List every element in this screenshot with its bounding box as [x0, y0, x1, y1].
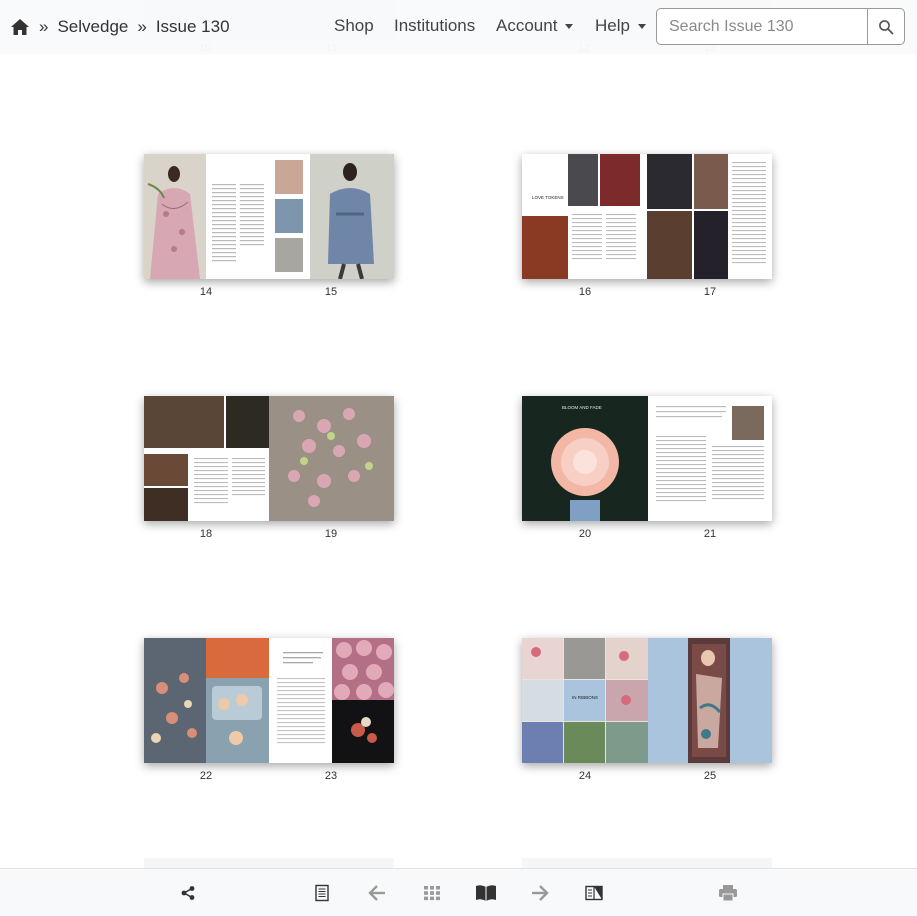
spread-14-15[interactable]	[144, 154, 394, 279]
arrow-left-icon[interactable]	[366, 882, 388, 904]
bottom-toolbar	[0, 868, 917, 916]
page-number: 16	[578, 286, 592, 298]
page-photo	[144, 488, 188, 521]
page-photo	[647, 211, 692, 279]
page-text	[728, 154, 772, 279]
search-form	[656, 8, 905, 45]
spread-20-21[interactable]: BLOOM AND FADE	[522, 396, 772, 521]
top-navbar: » Selvedge » Issue 130 Shop Institutions…	[0, 0, 917, 54]
nav-help-label: Help	[595, 16, 630, 35]
spread-title: LOVE TOKENS	[532, 195, 564, 200]
book-open-icon[interactable]	[475, 882, 497, 904]
page-photo-grid: IN RIBBONS	[522, 638, 648, 763]
page-text	[568, 208, 640, 279]
page-photo	[600, 154, 640, 206]
breadcrumb-separator: »	[39, 17, 49, 36]
page-number: 17	[703, 286, 717, 298]
page-number: 24	[578, 770, 592, 782]
page-text	[206, 154, 270, 279]
page-photo	[144, 454, 188, 486]
page-number: 23	[324, 770, 338, 782]
page-number: 18	[199, 528, 213, 540]
page-thumbnails	[270, 154, 310, 279]
nav-account-label: Account	[496, 16, 558, 35]
page-number: 20	[578, 528, 592, 540]
page-text	[190, 452, 269, 521]
share-icon[interactable]	[177, 882, 199, 904]
page-photo	[568, 154, 598, 206]
print-icon[interactable]	[717, 882, 739, 904]
page-number: 22	[199, 770, 213, 782]
ghost-next-row	[522, 858, 772, 868]
split-view-icon[interactable]	[583, 882, 605, 904]
nav-institutions[interactable]: Institutions	[394, 16, 475, 36]
page-number: 15	[324, 286, 338, 298]
page-photo	[647, 154, 692, 209]
page-photo	[694, 211, 728, 279]
nav-help-dropdown[interactable]: Help	[595, 16, 646, 36]
spread-title: BLOOM AND FADE	[562, 405, 602, 410]
caret-down-icon	[637, 24, 646, 30]
ghost-next-row	[144, 858, 394, 868]
page-photo	[226, 396, 269, 448]
page-photo	[206, 638, 269, 678]
page-photo	[332, 700, 394, 763]
page-photo	[332, 638, 394, 700]
spread-24-25[interactable]: IN RIBBONS	[522, 638, 772, 763]
single-page-icon[interactable]	[311, 882, 333, 904]
page-photo	[206, 678, 269, 763]
page-number: 25	[703, 770, 717, 782]
spread-16-17[interactable]: LOVE TOKENS	[522, 154, 772, 279]
breadcrumb-selvedge[interactable]: Selvedge	[57, 17, 128, 37]
page-photo	[144, 638, 206, 763]
page-photo	[688, 638, 730, 763]
page-text	[269, 638, 332, 763]
page-photo	[144, 154, 206, 279]
nav-shop[interactable]: Shop	[334, 16, 374, 36]
spread-18-19[interactable]	[144, 396, 394, 521]
page-photo: BLOOM AND FADE	[522, 396, 648, 521]
breadcrumb: » Selvedge » Issue 130	[10, 16, 230, 38]
breadcrumb-separator: »	[137, 17, 147, 36]
page-text	[648, 396, 772, 521]
search-button[interactable]	[867, 9, 904, 44]
page-photo	[269, 396, 394, 521]
page-number: 14	[199, 286, 213, 298]
page-photo	[694, 154, 728, 209]
page-photo	[310, 154, 394, 279]
caret-down-icon	[565, 24, 574, 30]
search-input[interactable]	[657, 9, 867, 44]
spread-title: IN RIBBONS	[572, 695, 599, 700]
search-icon	[879, 19, 894, 34]
page-number: 21	[703, 528, 717, 540]
breadcrumb-issue[interactable]: Issue 130	[156, 17, 230, 37]
page-photo	[522, 216, 568, 279]
page-number: 19	[324, 528, 338, 540]
spread-22-23[interactable]	[144, 638, 394, 763]
nav-account-dropdown[interactable]: Account	[496, 16, 574, 36]
home-icon[interactable]	[10, 17, 30, 37]
arrow-right-icon[interactable]	[529, 882, 551, 904]
grid-icon[interactable]	[421, 882, 443, 904]
page-photo	[144, 396, 224, 448]
